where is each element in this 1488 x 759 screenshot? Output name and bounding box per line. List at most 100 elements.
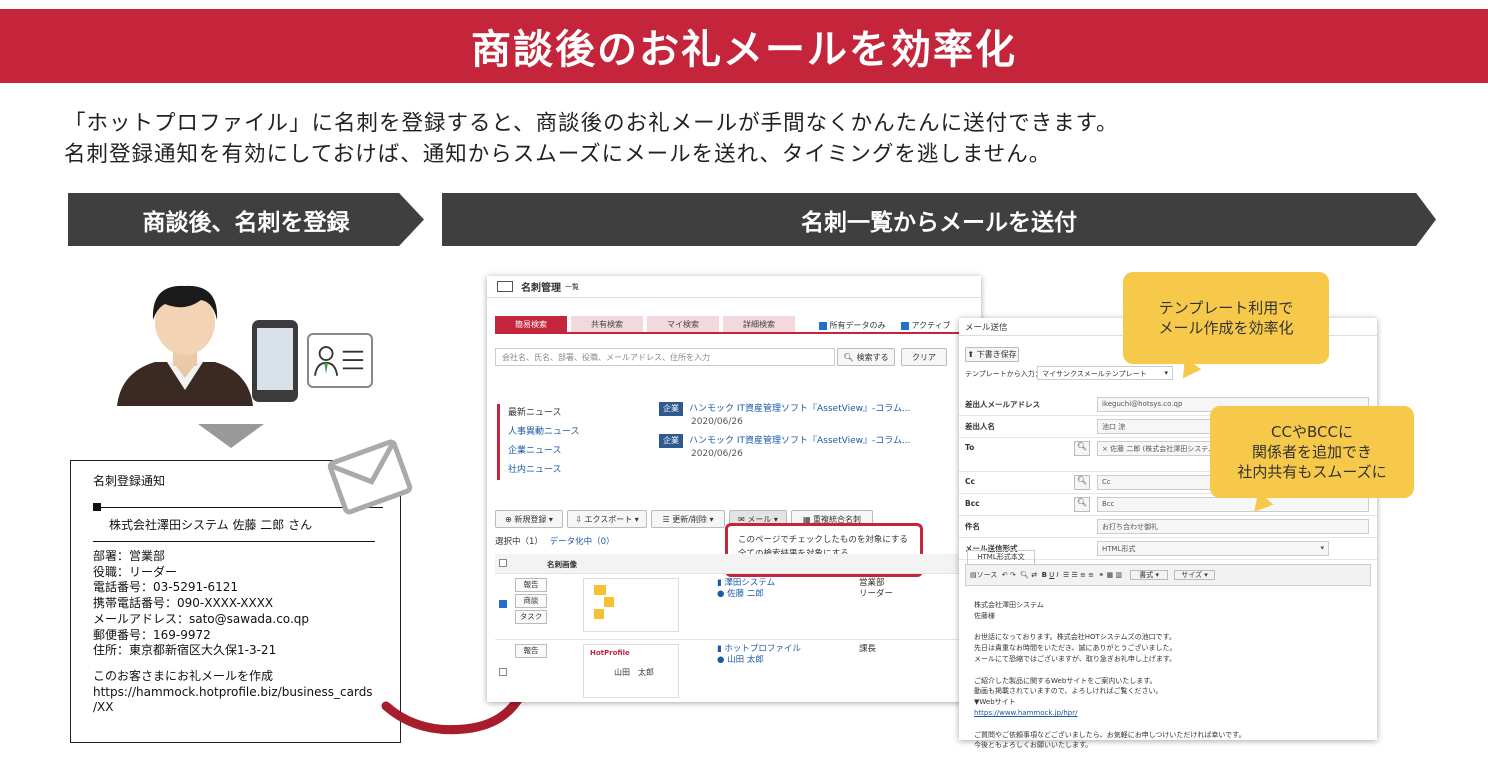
news-company[interactable]: 企業ニュース [508, 442, 580, 461]
tab-advanced-search[interactable]: 詳細検索 [723, 316, 795, 332]
subject-row: 件名 お打ち合わせ御礼 [959, 516, 1377, 538]
data-pending-link[interactable]: データ化中（0） [550, 537, 615, 547]
mail-body-line: ご紹介した製品に関するWebサイトをご案内いたします。 [974, 676, 1157, 685]
businessman-icon [117, 285, 253, 406]
down-arrow-icon [198, 424, 264, 448]
news-internal[interactable]: 社内ニュース [508, 461, 580, 480]
draft-save-button[interactable]: ⬆ 下書き保存 [965, 347, 1019, 362]
row-position: 課長 [859, 644, 877, 654]
template-select[interactable]: マイサンクスメールテンプレート ▾ [1037, 366, 1173, 380]
bcc-field[interactable]: Bcc [1097, 497, 1369, 512]
mail-form-screen: メール送信 ⬆ 下書き保存 テンプレートから入力： マイサンクスメールテンプレー… [959, 318, 1377, 749]
search-tabs: 簡易検索 共有検索 マイ検索 詳細検索 [495, 316, 795, 332]
search-icon[interactable]: 🔍︎ [1074, 441, 1090, 456]
tab-my-search[interactable]: マイ検索 [647, 316, 719, 332]
news-categories: 最新ニュース 人事異動ニュース 企業ニュース 社内ニュース [497, 404, 580, 480]
row-person-link[interactable]: ● 山田 太郎 [717, 655, 801, 666]
template-label: テンプレートから入力： [965, 370, 1042, 378]
page-title: 商談後のお礼メールを効率化 [471, 27, 1017, 73]
notice-details: 部署：営業部 役職：リーダー 電話番号：03-5291-6121 携帯電話番号：… [93, 549, 309, 659]
select-all-checkbox[interactable] [499, 559, 507, 567]
callout-cc-bcc: CCやBCCに 関係者を追加でき 社内共有もスムーズに [1210, 406, 1414, 519]
own-data-checkbox[interactable]: 所有データのみ [819, 320, 886, 331]
notice-title: 名刺登録通知 [93, 474, 166, 488]
step-1-label: 商談後、名刺を登録 [68, 193, 424, 246]
clear-button[interactable]: クリア [901, 348, 947, 366]
news-latest[interactable]: 最新ニュース [508, 404, 580, 423]
format-dropdown[interactable]: 書式 ▾ [1130, 570, 1168, 580]
row-checkbox[interactable] [499, 600, 507, 608]
active-checkbox[interactable]: アクティブ [901, 320, 951, 331]
mail-body-editor[interactable]: 株式会社澤田システム 佐藤様 お世話になっております。株式会社HOTシステムズの池… [974, 600, 1245, 751]
editor-toolbar: ▤ソース ↶ ↷ 🔍︎ ⇄ B U I ☰ ☰ ≡ ≡ ⚭ ▦ ▥ 書式 ▾ サ… [965, 564, 1371, 586]
mail-body-line: https://www.hammock.jp/hpr/ [974, 708, 1078, 717]
page: { "banner": {"title": "商談後のお礼メールを効率化"}, … [0, 0, 1488, 759]
card-list-header: 名刺管理 一覧 [487, 276, 981, 298]
intro-text: 「ホットプロファイル」に名刺を登録すると、商談後のお礼メールが手間なくかんたんに… [64, 108, 1119, 170]
row-checkbox[interactable] [499, 668, 507, 676]
notice-tel: 電話番号：03-5291-6121 [93, 580, 239, 595]
table-header: 名刺画像 [495, 554, 973, 574]
tab-simple-search[interactable]: 簡易検索 [495, 316, 567, 332]
row-company-link[interactable]: ▮ 澤田システム [717, 578, 775, 589]
report-button[interactable]: 報告 [515, 644, 547, 658]
search-icon[interactable]: 🔍︎ [1074, 497, 1090, 512]
news-item[interactable]: 企業 ハンモック IT資産管理ソフト『AssetView』-コラム... 2020… [659, 434, 911, 460]
row-person-link[interactable]: ● 佐藤 二郎 [717, 589, 775, 600]
mail-body-line: お世話になっております。株式会社HOTシステムズの池口です。 [974, 633, 1176, 642]
mail-form-title: メール送信 [965, 323, 1008, 333]
news-item[interactable]: 企業 ハンモック IT資産管理ソフト『AssetView』-コラム... 2020… [659, 402, 911, 428]
callout-template: テンプレート利用で メール作成を効率化 [1123, 272, 1329, 385]
card-thumbnail[interactable] [583, 578, 679, 632]
new-register-button[interactable]: ⊕ 新規登録 ▾ [495, 510, 563, 528]
notice-zip: 郵便番号：169-9972 [93, 627, 211, 642]
notice-position: 役職：リーダー [93, 564, 178, 579]
search-icon: 🔍︎ [843, 352, 854, 362]
chevron-down-icon: ▾ [1320, 544, 1324, 552]
card-list-icon [497, 281, 513, 292]
search-button[interactable]: 🔍︎ 検索する [837, 348, 895, 366]
intro-line-2: 名刺登録通知を有効にしておけば、通知からスムーズにメールを送れ、タイミングを逃し… [64, 142, 1052, 167]
col-card-image: 名刺画像 [547, 560, 577, 569]
notice-cta[interactable]: このお客さまにお礼メールを作成 https://hammock.hotprofi… [93, 669, 373, 716]
table-row: 報告 商談 タスク ▮ 澤田システム ● 佐藤 二郎 営業部 リーダー [495, 574, 973, 640]
mail-body-line: 先日は貴重なお時間をいただき、誠にありがとうございました。 [974, 644, 1177, 653]
smartphone-icon [252, 320, 298, 402]
mail-body-line: 株式会社澤田システム [974, 601, 1044, 609]
size-dropdown[interactable]: サイズ ▾ [1174, 570, 1215, 580]
mail-body-line: 動画も掲載されていますので、よろしければご覧ください。 [974, 687, 1163, 696]
task-button[interactable]: タスク [515, 610, 547, 624]
notice-url[interactable]: https://hammock.hotprofile.biz/business_… [93, 685, 373, 701]
row-company-link[interactable]: ▮ ホットプロファイル [717, 644, 801, 655]
search-icon[interactable]: 🔍︎ [1074, 475, 1090, 490]
export-button[interactable]: ⇩ エクスポート ▾ [567, 510, 647, 528]
search-input[interactable]: 会社名、氏名、部署、役職、メールアドレス、住所を入力 [495, 348, 835, 366]
mail-body-line [974, 719, 1245, 730]
notice-mobile: 携帯電話番号：090-XXXX-XXXX [93, 596, 274, 611]
card-list-title: 名刺管理 [521, 283, 561, 294]
deal-button[interactable]: 商談 [515, 594, 547, 608]
format-select[interactable]: HTML形式 ▾ [1097, 541, 1329, 556]
mail-body-line: 佐藤様 [974, 611, 995, 620]
update-delete-button[interactable]: ☰ 更新/削除 ▾ [651, 510, 725, 528]
chevron-down-icon: ▾ [1164, 369, 1168, 377]
tab-html-body[interactable]: HTML形式本文 [967, 550, 1035, 564]
subject-field[interactable]: お打ち合わせ御礼 [1097, 519, 1369, 534]
mail-body-line [974, 665, 1245, 676]
tab-shared-search[interactable]: 共有検索 [571, 316, 643, 332]
mail-body-line: ▼Webサイト [974, 698, 1016, 707]
menu-item-checked[interactable]: このページでチェックしたものを対象にする [738, 533, 910, 547]
table-row: 報告 HotProfile 山田 太郎 ▮ ホットプロファイル ● 山田 太郎 … [495, 640, 973, 702]
report-button[interactable]: 報告 [515, 578, 547, 592]
card-list-subtitle: 一覧 [565, 282, 579, 291]
notice-contact-name: 株式会社澤田システム 佐藤 二郎 さん [109, 518, 313, 532]
intro-line-1: 「ホットプロファイル」に名刺を登録すると、商談後のお礼メールが手間なくかんたんに… [64, 111, 1119, 136]
source-button[interactable]: ▤ソース [970, 571, 997, 579]
card-list-screen: 名刺管理 一覧 簡易検索 共有検索 マイ検索 詳細検索 所有データのみ アクティ… [487, 276, 981, 702]
notice-email: メールアドレス：sato@sawada.co.qp [93, 611, 309, 626]
news-personnel[interactable]: 人事異動ニュース [508, 423, 580, 442]
mail-body-line: ご質問やご依頼事項などございましたら、お気軽にお申しつけいただければ幸いです。 [974, 730, 1246, 739]
page-title-banner: 商談後のお礼メールを効率化 [0, 9, 1488, 83]
mail-body-line: 今後ともよろしくお願いいたします。 [974, 741, 1093, 750]
card-thumbnail[interactable]: HotProfile 山田 太郎 [583, 644, 679, 698]
